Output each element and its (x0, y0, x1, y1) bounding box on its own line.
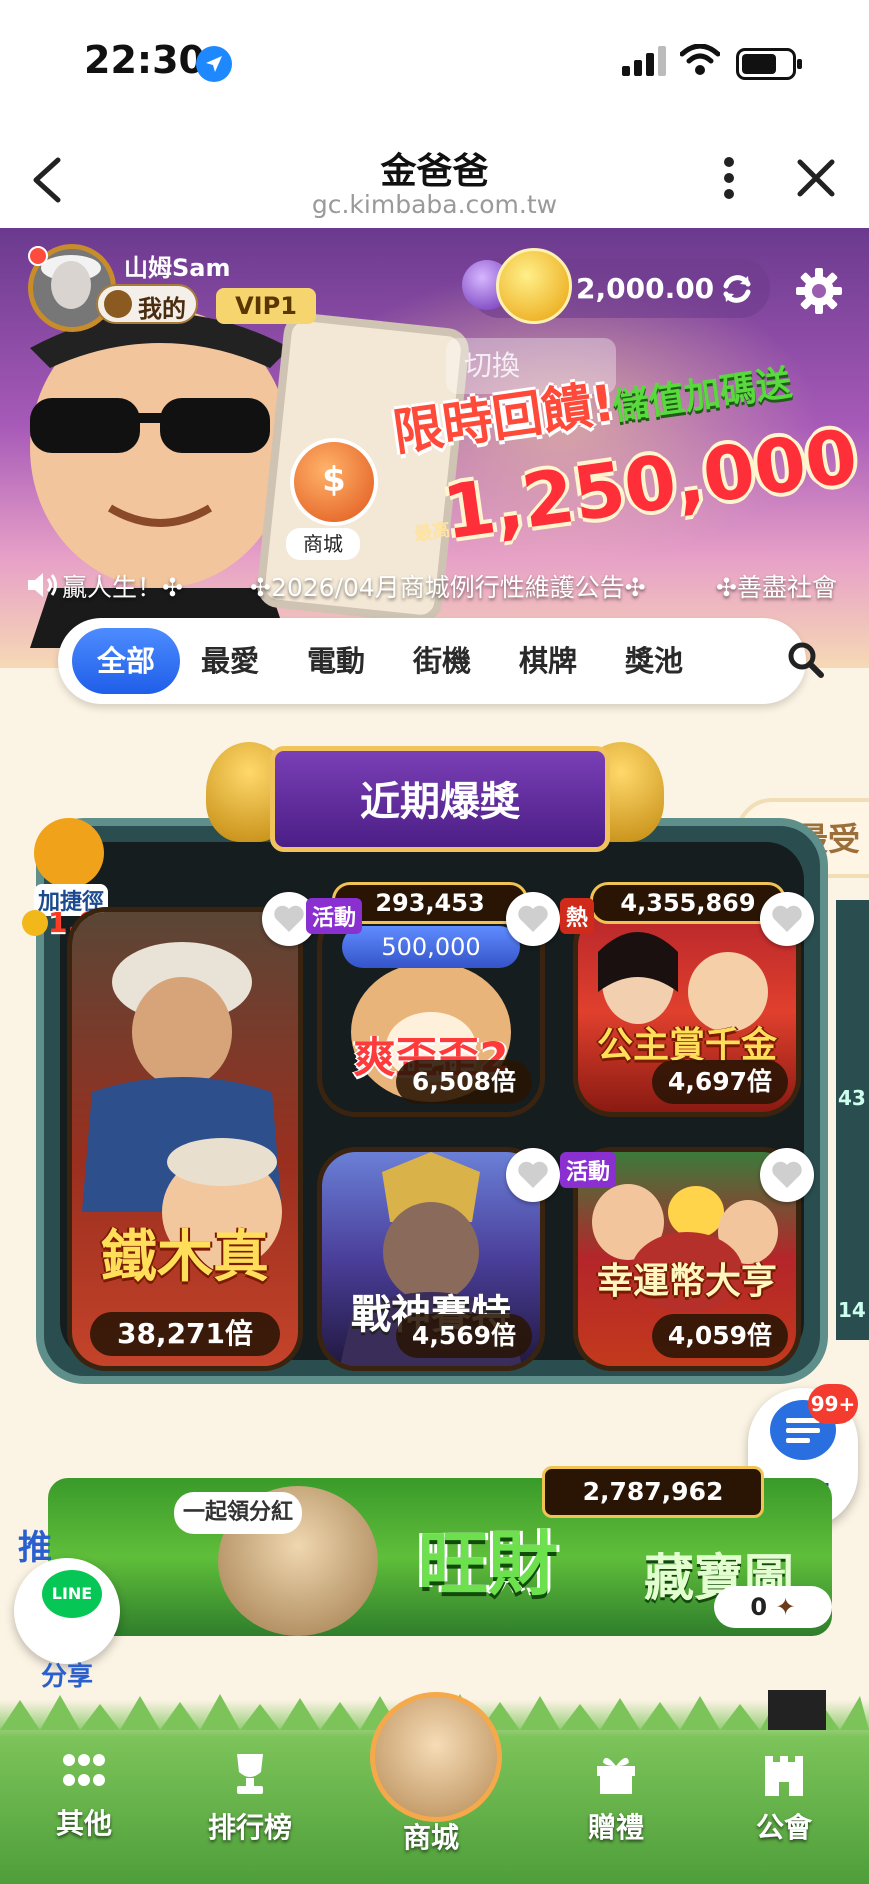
announcement-marquee[interactable]: 贏人生！✣ ✣2026/04月商城例行性維護公告✣ ✣善盡社會 (0, 566, 869, 606)
favorite-heart-icon[interactable] (760, 1148, 814, 1202)
game-title: 幸運幣大亨 (596, 1261, 777, 1302)
my-profile-button[interactable]: 我的 (96, 284, 198, 324)
nav-shop-label: 商城 (402, 1821, 459, 1854)
hot-tag: 熱 (560, 898, 595, 934)
favorite-heart-icon[interactable] (760, 892, 814, 946)
favorite-heart-icon[interactable] (506, 892, 560, 946)
notification-dot (28, 246, 48, 266)
game-multiplier: 6,508倍 (395, 1060, 532, 1104)
tab-slots[interactable]: 電動 (286, 628, 386, 694)
user-name: 山姆Sam (124, 254, 231, 282)
tab-jackpot[interactable]: 獎池 (604, 628, 704, 694)
category-tabs: 全部 最愛 電動 街機 棋牌 獎池 (58, 618, 824, 704)
money-bag-icon: $ (290, 438, 378, 526)
next-section-column: 43 14 (836, 900, 869, 1340)
status-time: 22:30 (84, 38, 205, 82)
nav-guild[interactable]: 公會 (724, 1752, 844, 1846)
share-label: 分享 (40, 1662, 93, 1692)
line-share-button[interactable]: 推 LINE 分享 (14, 1520, 120, 1692)
game-multiplier: 4,059倍 (651, 1314, 788, 1358)
puzzle-count-value: 0 (750, 1593, 768, 1621)
nav-shop[interactable]: 商城 (356, 1686, 506, 1854)
wifi-icon (680, 44, 720, 75)
nav-other-label: 其他 (55, 1807, 112, 1840)
browser-nav-bar: 金爸爸 gc.kimbaba.com.tw (0, 120, 869, 228)
coin-balance: 2,000.00 (576, 272, 715, 305)
tab-favorites[interactable]: 最愛 (180, 628, 280, 694)
game-card-princess[interactable]: 公主賞千金 4,697倍 (578, 912, 796, 1112)
gift-icon (597, 1757, 635, 1794)
nav-rank[interactable]: 排行榜 (190, 1752, 310, 1846)
pug-shop-icon (370, 1692, 502, 1822)
pirate-flag-icon (768, 1690, 826, 1730)
nav-guild-label: 公會 (755, 1811, 812, 1844)
coin-icon (496, 248, 572, 324)
more-icon[interactable] (714, 154, 744, 202)
nav-rank-label: 排行榜 (207, 1811, 292, 1844)
refresh-icon[interactable] (718, 270, 756, 308)
event-tag: 活動 (306, 898, 363, 934)
tab-board[interactable]: 棋牌 (498, 628, 598, 694)
marquee-text-middle: ✣2026/04月商城例行性維護公告✣ (250, 573, 646, 602)
bonus-pill: 500,000 (342, 926, 520, 968)
castle-icon (765, 1756, 803, 1796)
grid-icon (63, 1754, 105, 1786)
section-ribbon: 近期爆獎 (270, 746, 610, 852)
nav-gift-label: 贈禮 (587, 1811, 644, 1844)
peek-value-2: 14 (838, 1298, 866, 1322)
chat-unread-badge: 99+ (808, 1384, 858, 1424)
game-multiplier: 38,271倍 (90, 1312, 280, 1356)
promo-banner[interactable]: 切換 $ 商城 限時回饋! 儲值加碼送 最高 1,250,000 山姆Sam 我… (0, 228, 869, 668)
location-icon (196, 46, 232, 82)
peek-value-1: 43 (838, 1086, 866, 1110)
game-title: 鐵木真 (101, 1225, 269, 1290)
nav-other[interactable]: 其他 (24, 1752, 144, 1842)
line-icon: LINE (42, 1570, 102, 1618)
close-icon[interactable] (794, 156, 838, 200)
banner-shop-label: 商城 (286, 528, 360, 560)
speaker-icon (28, 573, 57, 597)
search-icon[interactable] (786, 640, 826, 680)
coin-icon (22, 910, 48, 936)
favorite-heart-icon[interactable] (506, 1148, 560, 1202)
nav-gift[interactable]: 贈禮 (556, 1752, 676, 1846)
signal-icon (622, 46, 666, 76)
section-title: 近期爆獎 (360, 779, 520, 825)
trophy-icon (237, 1754, 263, 1794)
user-icon (104, 290, 132, 318)
tab-arcade[interactable]: 街機 (392, 628, 492, 694)
puzzle-count: 0 ✦ (714, 1586, 832, 1628)
game-card-tiemuzhen[interactable]: 鐵木真 38,271倍 (72, 912, 298, 1366)
tab-all[interactable]: 全部 (72, 628, 180, 694)
game-multiplier: 4,569倍 (395, 1314, 532, 1358)
treasure-jackpot: 2,787,962 (542, 1466, 764, 1518)
shortcut-arrow-icon (34, 818, 104, 888)
marquee-text-right: ✣善盡社會 (716, 573, 837, 602)
share-dividend-tag: 一起領分紅 (174, 1492, 302, 1534)
jackpot-pill: 4,355,869 (590, 882, 786, 924)
gear-icon[interactable] (794, 266, 844, 316)
marquee-text-left: 贏人生！✣ (62, 573, 183, 602)
battery-icon (736, 48, 802, 80)
event-tag: 活動 (560, 1152, 617, 1188)
vip-badge[interactable]: VIP1 (216, 288, 316, 324)
bonus-amount: 500,000 (381, 933, 481, 961)
puzzle-icon: ✦ (775, 1593, 796, 1621)
banner-title: 旺財 (418, 1523, 558, 1605)
warrior-illustration (82, 942, 282, 1270)
game-multiplier: 4,697倍 (651, 1060, 788, 1104)
status-bar: 22:30 (0, 0, 869, 120)
my-profile-label: 我的 (138, 295, 186, 323)
